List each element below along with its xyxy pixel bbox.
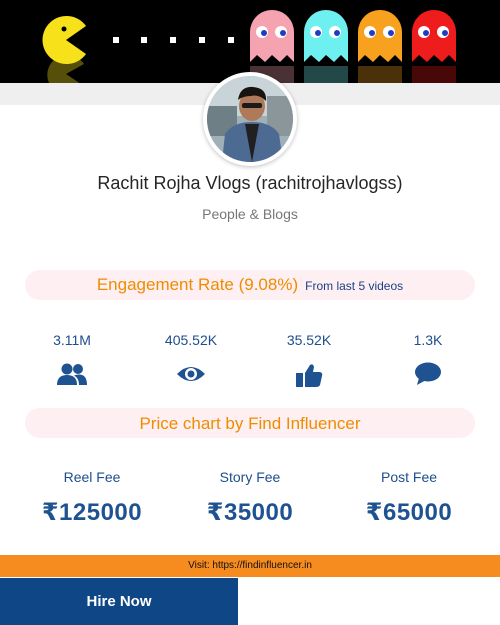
stat-likes: 35.52K [259,330,359,388]
avatar-photo [207,76,293,162]
stat-subscribers: 3.11M [22,330,122,386]
fee-label: Reel Fee [63,469,121,485]
users-icon [57,363,87,385]
engagement-rate: Engagement Rate (9.08%) [96,275,299,294]
stat-value: 3.11M [53,332,91,348]
avatar [203,72,297,166]
fee-amount: ₹125000 [41,499,143,526]
thumbs-up-icon [296,364,323,387]
ghost-pink-icon [250,10,294,62]
fee-amount: ₹35000 [206,499,294,526]
pacman-banner-art [0,0,500,83]
comment-icon [415,362,441,385]
channel-category: People & Blogs [202,206,298,222]
fee-label: Post Fee [380,469,438,485]
stat-views: 405.52K [141,330,241,386]
eye-icon [177,367,205,381]
price-chart-title: Price chart by Find Influencer [139,414,361,433]
ghost-cyan-icon [304,10,348,62]
engagement-note: From last 5 videos [305,279,404,293]
price-chart-banner: Price chart by Find Influencer [25,408,475,438]
story-fee: Story Fee ₹35000 [170,467,330,527]
engagement-banner: Engagement Rate (9.08%) From last 5 vide… [25,270,475,300]
header-banner [0,0,500,83]
post-fee: Post Fee ₹65000 [329,467,489,527]
stat-value: 35.52K [286,332,332,348]
reel-fee: Reel Fee ₹125000 [12,467,172,527]
hire-now-button[interactable]: Hire Now [0,578,238,625]
ghost-red-icon [412,10,456,62]
stat-value: 1.3K [413,332,443,348]
fee-label: Story Fee [219,469,281,485]
ghost-orange-icon [358,10,402,62]
fee-amount: ₹65000 [365,499,453,526]
visit-link[interactable]: Visit: https://findinfluencer.in [0,555,500,577]
stat-comments: 1.3K [378,330,478,386]
pellet-icon [113,37,119,43]
stat-value: 405.52K [164,332,218,348]
channel-name: Rachit Rojha Vlogs (rachitrojhavlogss) [97,173,403,193]
